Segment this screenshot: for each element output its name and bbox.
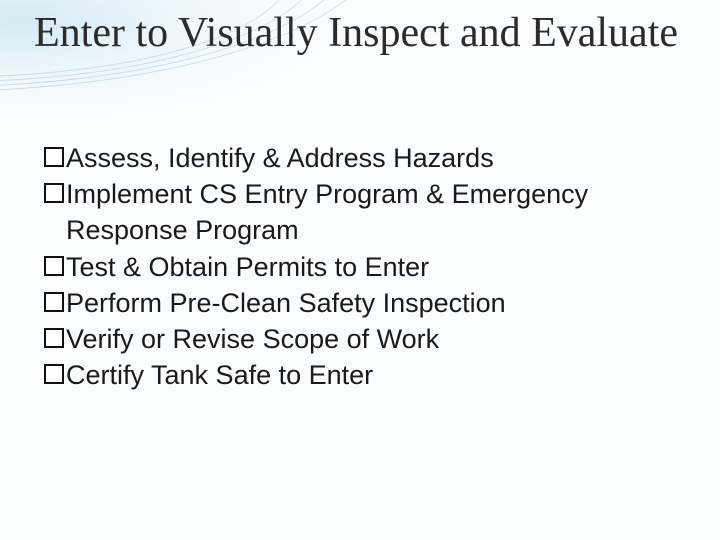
list-item-label: Implement CS Entry Program & Emergency R… xyxy=(66,176,660,248)
list-item: Implement CS Entry Program & Emergency R… xyxy=(44,176,660,248)
list-item: Assess, Identify & Address Hazards xyxy=(44,140,660,176)
list-item-label: Perform Pre-Clean Safety Inspection xyxy=(66,285,660,321)
list-item-label: Assess, Identify & Address Hazards xyxy=(66,140,660,176)
list-item-label: Test & Obtain Permits to Enter xyxy=(66,249,660,285)
list-item-label: Verify or Revise Scope of Work xyxy=(66,321,660,357)
slide-title: Enter to Visually Inspect and Evaluate xyxy=(34,10,690,57)
bullet-icon xyxy=(44,256,64,276)
bullet-icon xyxy=(44,292,64,312)
list-item-label: Certify Tank Safe to Enter xyxy=(66,357,660,393)
slide: Enter to Visually Inspect and Evaluate A… xyxy=(0,0,720,540)
list-item: Certify Tank Safe to Enter xyxy=(44,357,660,393)
bullet-icon xyxy=(44,147,64,167)
bullet-icon xyxy=(44,328,64,348)
list-item: Verify or Revise Scope of Work xyxy=(44,321,660,357)
list-item: Test & Obtain Permits to Enter xyxy=(44,249,660,285)
bullet-icon xyxy=(44,364,64,384)
slide-body: Assess, Identify & Address Hazards Imple… xyxy=(44,140,660,393)
list-item: Perform Pre-Clean Safety Inspection xyxy=(44,285,660,321)
bullet-icon xyxy=(44,183,64,203)
